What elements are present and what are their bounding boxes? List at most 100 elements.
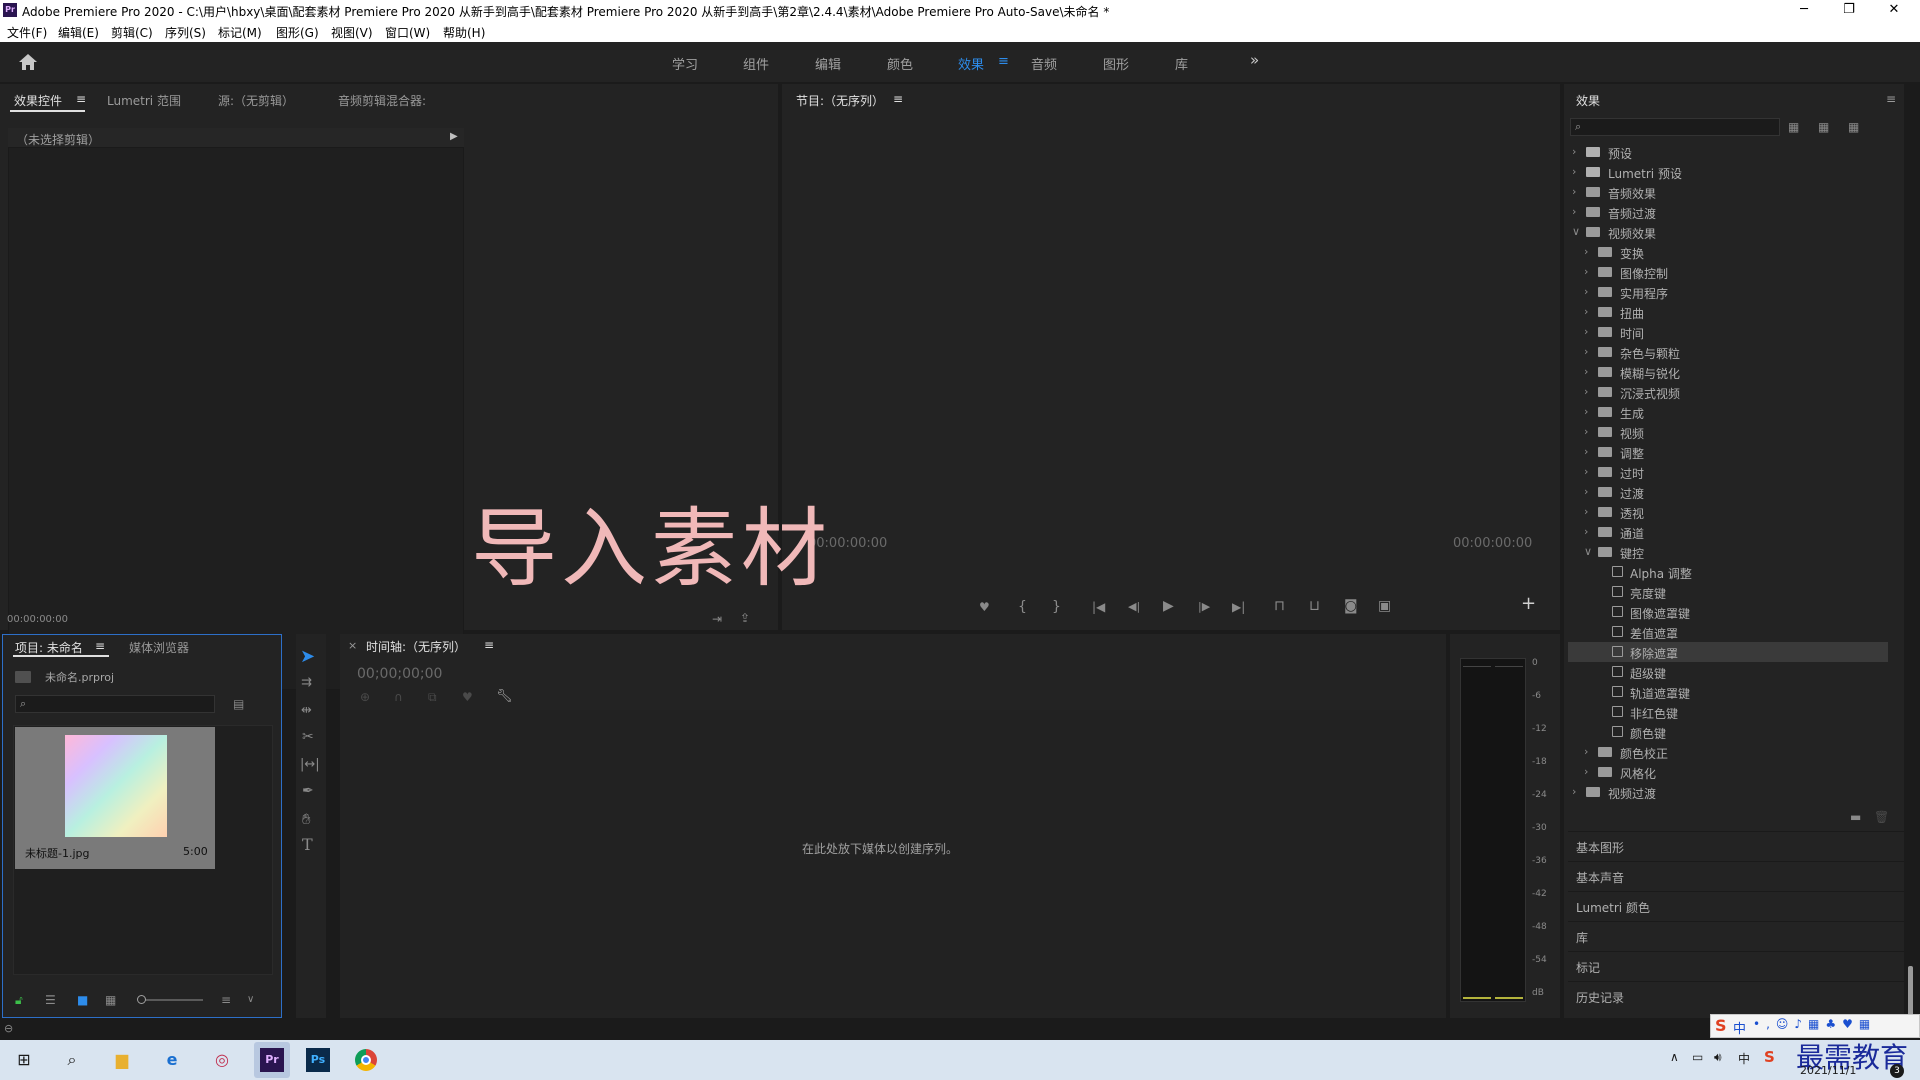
tab-media-browser[interactable]: 媒体浏览器 [129,639,189,656]
new-bin-icon[interactable]: ▤ [233,697,244,711]
effects-title[interactable]: 效果 [1576,92,1600,109]
tab-project-menu-icon[interactable]: ≡ [95,639,105,653]
effect-folder[interactable]: ∨ 视频效果 [1568,222,1888,242]
chevron-right-icon[interactable]: › [1584,305,1588,318]
hand-tool-icon[interactable]: ✋︎ [302,812,311,827]
chevron-right-icon[interactable]: › [1584,405,1588,418]
timeline-title[interactable]: 时间轴:（无序列） [366,638,466,655]
effect-folder[interactable]: › 杂色与颗粒 [1568,342,1888,362]
comparison-view-icon[interactable]: ▣ [1378,599,1391,613]
snap-icon[interactable]: ∩ [394,690,403,704]
program-menu-icon[interactable]: ≡ [893,92,903,106]
sort-icon[interactable]: ≡ [221,993,231,1007]
restore-button[interactable]: ❐ [1829,2,1869,17]
network-icon[interactable]: ▭ [1692,1050,1703,1064]
panel-scrollbar-thumb[interactable] [1908,966,1913,1020]
pen-tool-icon[interactable]: ✒ [302,784,314,798]
effect-folder[interactable]: › 视频过渡 [1568,782,1888,802]
effect-folder[interactable]: › 变换 [1568,242,1888,262]
freeform-view-icon[interactable]: ▦ [105,993,116,1007]
menu-graphics[interactable]: 图形(G) [276,24,319,41]
razor-tool-icon[interactable]: ✂ [302,730,314,744]
chevron-right-icon[interactable]: › [1572,145,1576,158]
tray-chevron-icon[interactable]: ∧ [1670,1050,1679,1064]
zoom-slider[interactable] [141,999,203,1001]
workspace-assembly[interactable]: 组件 [743,54,769,73]
workspace-audio[interactable]: 音频 [1031,54,1057,73]
project-search-input[interactable]: ⌕ [15,695,215,713]
button-editor-plus-icon[interactable]: + [1521,595,1536,613]
effect-folder[interactable]: › 音频效果 [1568,182,1888,202]
effect-item[interactable]: Alpha 调整 [1568,562,1888,582]
play-icon[interactable]: ▶ [1163,599,1174,613]
chevron-right-icon[interactable]: › [1584,385,1588,398]
effect-folder[interactable]: › 调整 [1568,442,1888,462]
search-icon[interactable]: ⌕ [56,1044,88,1076]
new-custom-bin-icon[interactable]: ▬ [1850,810,1861,824]
chevron-right-icon[interactable]: › [1584,525,1588,538]
effect-item[interactable]: 亮度键 [1568,582,1888,602]
effect-folder[interactable]: ∨ 键控 [1568,542,1888,562]
effect-folder[interactable]: › 沉浸式视频 [1568,382,1888,402]
menu-edit[interactable]: 编辑(E) [58,24,99,41]
effect-folder[interactable]: › Lumetri 预设 [1568,162,1888,182]
zoom-slider-handle[interactable] [137,995,146,1004]
effect-folder[interactable]: › 透视 [1568,502,1888,522]
timeline-settings-wrench-icon[interactable]: 🔧︎ [496,690,513,704]
nest-sequence-icon[interactable]: ⊕ [360,690,370,704]
effect-folder[interactable]: › 视频 [1568,422,1888,442]
effect-item[interactable]: 图像遮罩键 [1568,602,1888,622]
chevron-right-icon[interactable]: › [1584,365,1588,378]
menu-help[interactable]: 帮助(H) [443,24,485,41]
edge-icon[interactable]: e [156,1044,188,1076]
tab-effect-controls-menu-icon[interactable]: ≡ [76,92,86,106]
sogou-tray-icon[interactable]: S [1764,1048,1775,1066]
effect-item[interactable]: 差值遮罩 [1568,622,1888,642]
tab-source[interactable]: 源:（无剪辑） [218,92,294,109]
close-button[interactable]: ✕ [1874,2,1914,17]
selection-tool-icon[interactable]: ➤ [300,646,315,667]
icon-view-icon[interactable]: ■ [77,993,88,1007]
step-into-icon[interactable]: ⇥ [712,612,722,626]
effect-folder[interactable]: › 音频过渡 [1568,202,1888,222]
effect-folder[interactable]: › 扭曲 [1568,302,1888,322]
go-to-in-icon[interactable]: |◀ [1092,600,1105,614]
effect-item[interactable]: 轨道遮罩键 [1568,682,1888,702]
effect-folder[interactable]: › 风格化 [1568,762,1888,782]
chevron-right-icon[interactable]: › [1584,265,1588,278]
app-icon[interactable]: ◎ [206,1044,238,1076]
workspace-editing[interactable]: 编辑 [815,54,841,73]
effect-item[interactable]: 颜色键 [1568,722,1888,742]
step-back-icon[interactable]: ◀| [1128,600,1140,614]
chevron-right-icon[interactable]: › [1584,765,1588,778]
mark-in-icon[interactable]: { [1018,600,1027,614]
file-explorer-icon[interactable]: ▆ [106,1044,138,1076]
chevron-right-icon[interactable]: › [1584,245,1588,258]
timeline-track-area[interactable] [340,710,1430,1010]
step-forward-icon[interactable]: |▶ [1198,600,1210,614]
photoshop-taskbar-button[interactable]: Ps [302,1044,334,1076]
menu-marker[interactable]: 标记(M) [218,24,262,41]
timeline-close-icon[interactable]: × [348,639,357,652]
chevron-down-icon[interactable]: ∨ [1572,225,1580,238]
expand-triangle-icon[interactable]: ▶ [450,131,458,142]
chevron-right-icon[interactable]: › [1584,445,1588,458]
menu-file[interactable]: 文件(F) [7,24,47,41]
delete-icon[interactable]: 🗑︎ [1874,810,1889,824]
effect-folder[interactable]: › 生成 [1568,402,1888,422]
timeline-marker-icon[interactable]: ♥ [462,690,473,704]
premiere-taskbar-button[interactable]: Pr [254,1042,290,1078]
effect-folder[interactable]: › 过渡 [1568,482,1888,502]
menu-sequence[interactable]: 序列(S) [165,24,206,41]
sort-dropdown-icon[interactable]: ∨ [247,993,254,1007]
chevron-right-icon[interactable]: › [1584,345,1588,358]
minimize-button[interactable]: ─ [1784,2,1824,17]
export-clip-icon[interactable]: ⇪ [740,611,750,625]
notification-count-badge[interactable]: 3 [1890,1064,1904,1078]
menu-clip[interactable]: 剪辑(C) [111,24,153,41]
section-essential-graphics[interactable]: 基本图形 [1568,831,1904,859]
timeline-timecode[interactable]: 00;00;00;00 [357,666,442,682]
accelerated-effects-icon[interactable]: ▦ [1788,120,1799,134]
effect-folder[interactable]: › 模糊与锐化 [1568,362,1888,382]
effect-folder[interactable]: › 通道 [1568,522,1888,542]
